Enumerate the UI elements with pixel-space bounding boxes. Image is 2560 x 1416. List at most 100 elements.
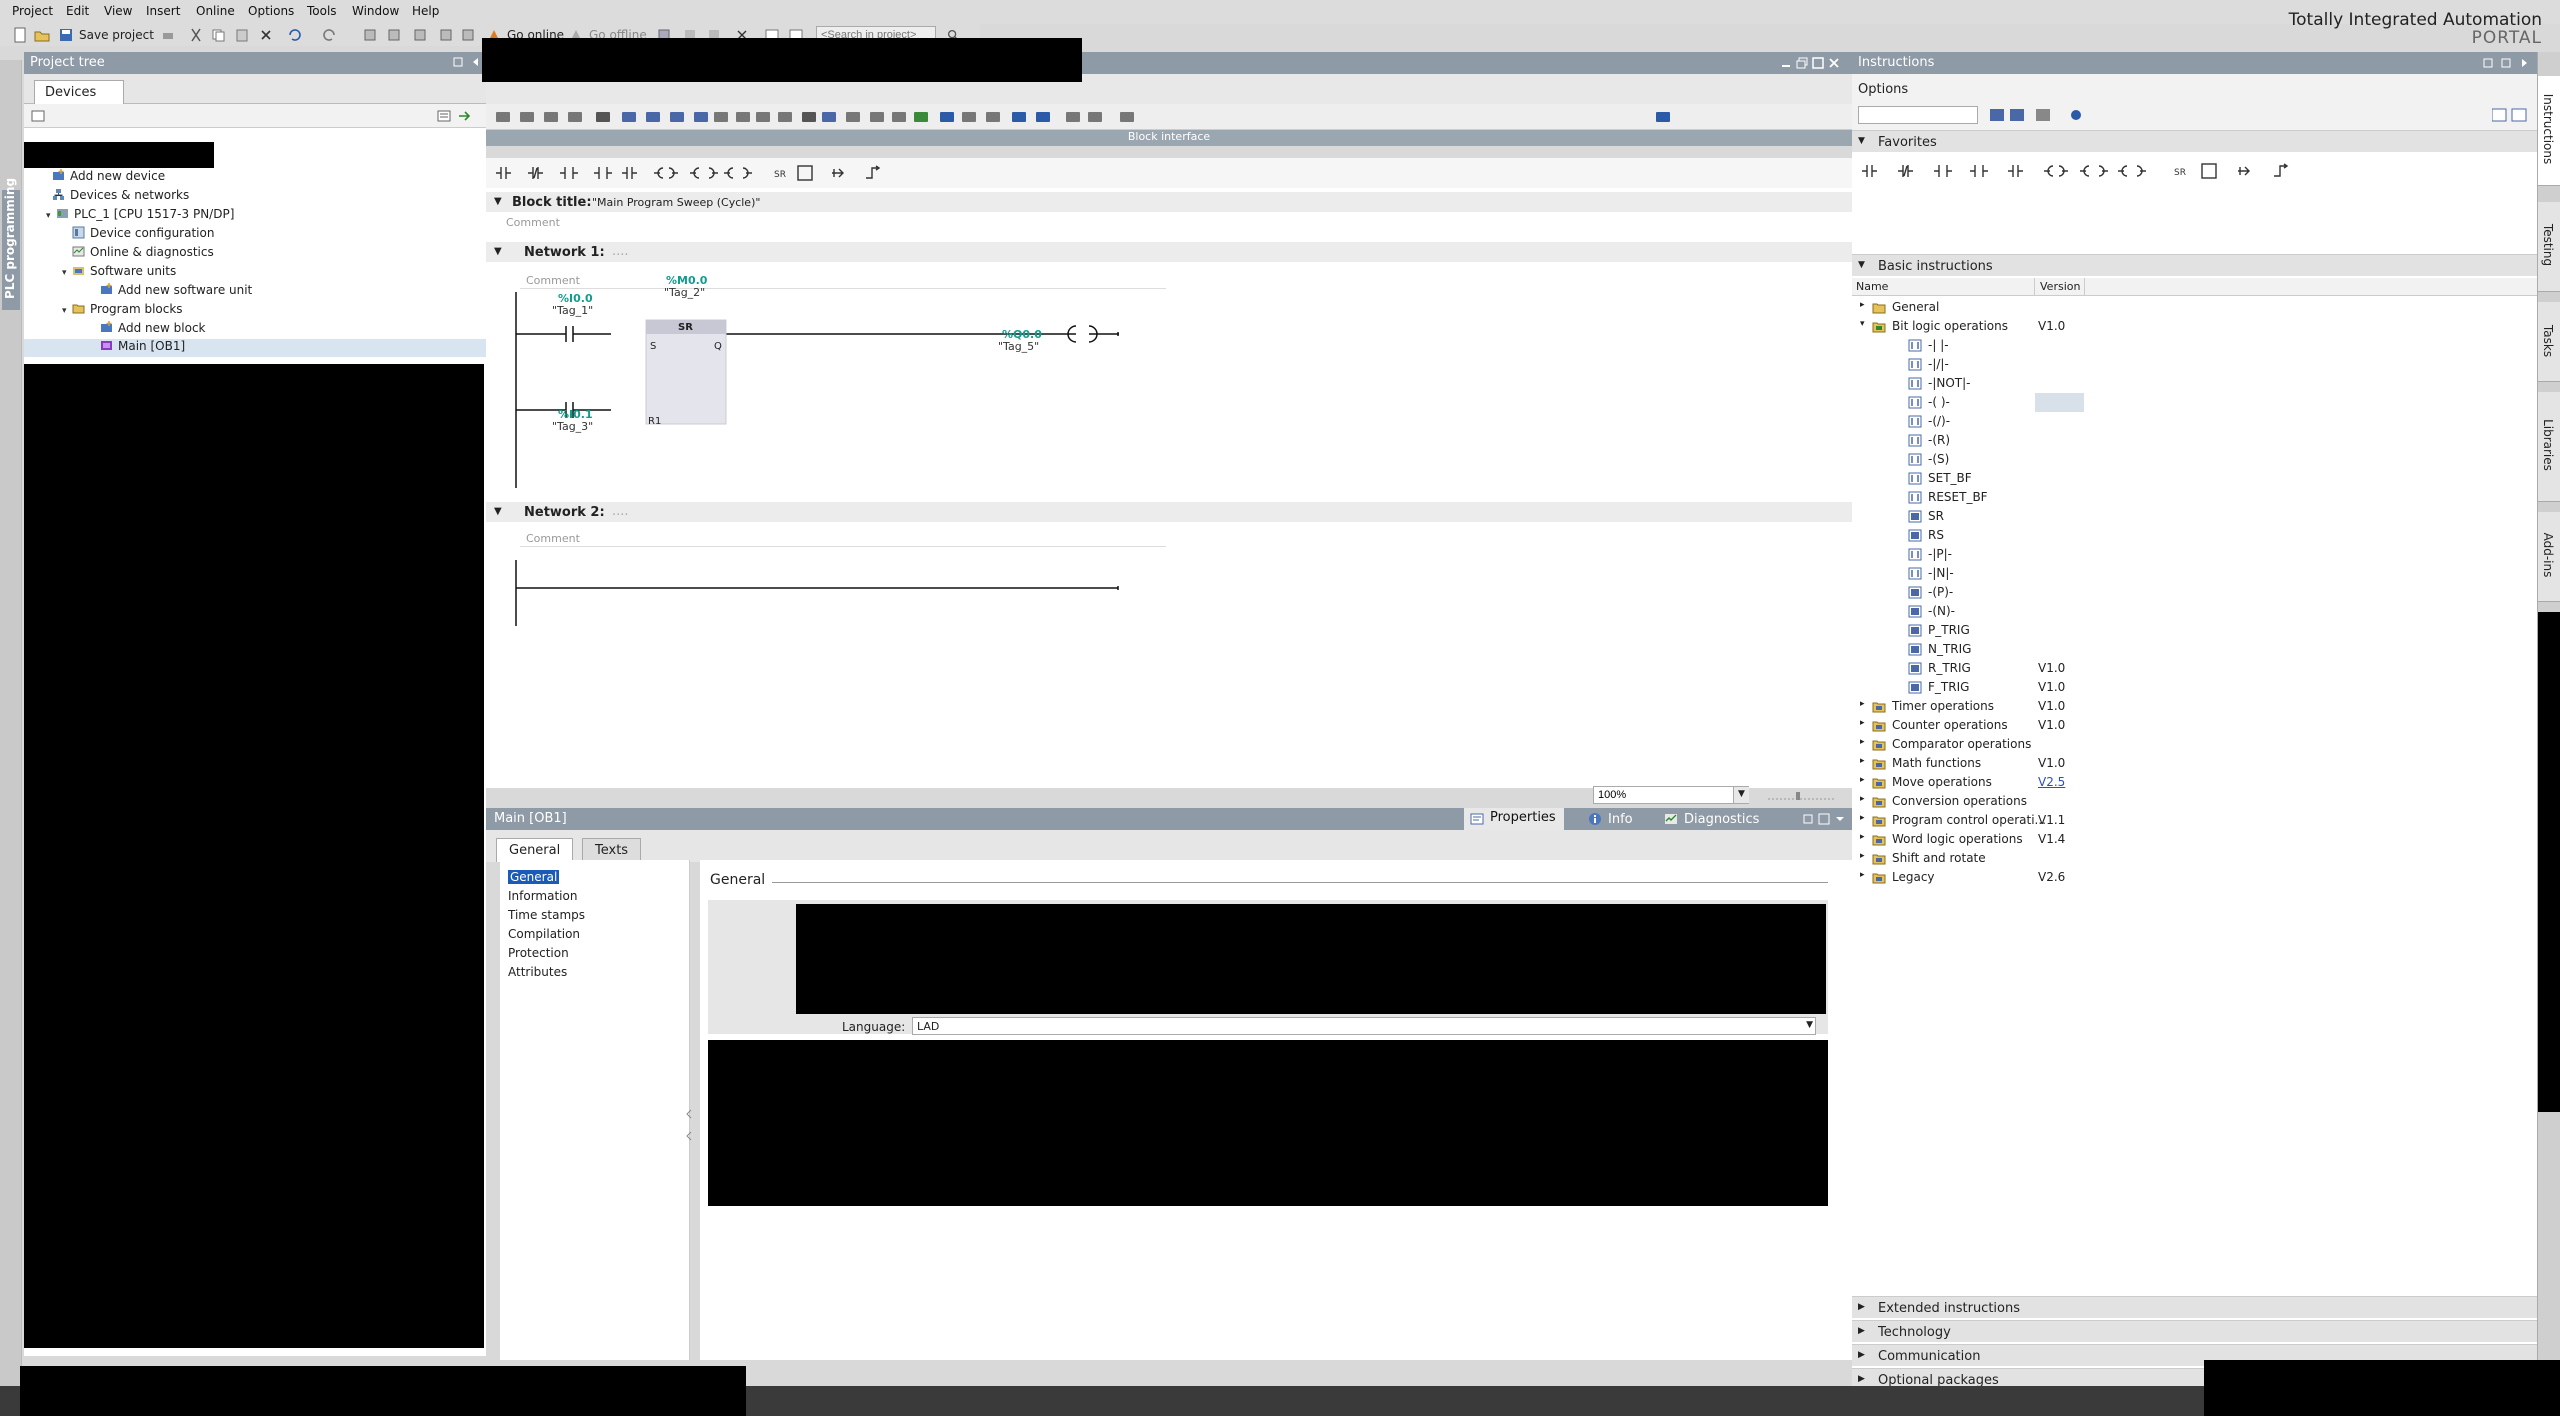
extended-instructions-header[interactable]: ▶ Extended instructions (1852, 1296, 2537, 1318)
menu-options[interactable]: Options (248, 4, 294, 18)
instruction-row[interactable]: -|/|- (1852, 355, 2537, 374)
instruction-row[interactable]: P_TRIG (1852, 621, 2537, 640)
zoom-dropdown-button[interactable]: ▼ (1733, 787, 1749, 803)
contact2-tag[interactable]: "Tag_3" (552, 420, 593, 433)
instruction-row[interactable]: -(R) (1852, 431, 2537, 450)
ladder-element-icons[interactable]: SR (496, 164, 896, 182)
expand-arrow-icon[interactable]: ▶ (1858, 1326, 1865, 1336)
tree-item-program-blocks[interactable]: ▾ Program blocks (62, 302, 183, 320)
save-icon[interactable] (58, 27, 74, 43)
instruction-version[interactable]: V2.5 (2038, 775, 2065, 789)
splitter-handle[interactable] (686, 1100, 692, 1150)
vtab-libraries[interactable]: Libraries (2538, 392, 2560, 502)
instruction-row[interactable]: RS (1852, 526, 2537, 545)
instruction-row[interactable]: SET_BF (1852, 469, 2537, 488)
chevron-down-icon[interactable] (1834, 813, 1846, 825)
block-title-value[interactable]: "Main Program Sweep (Cycle)" (592, 196, 760, 209)
pin-icon[interactable] (2500, 57, 2512, 69)
expand-arrow-icon[interactable]: ▾ (46, 211, 56, 221)
tree-item-main-ob1[interactable]: Main [OB1] (24, 339, 486, 357)
network-2-title-dots[interactable]: .... (612, 504, 629, 519)
expand-arrow-icon[interactable]: ▾ (62, 306, 72, 316)
network-2-header[interactable]: ▼ Network 2: .... (486, 502, 1852, 522)
instruction-row[interactable]: ▸ Conversion operations (1852, 792, 2537, 811)
nav-compilation[interactable]: Compilation (508, 927, 580, 941)
nav-information[interactable]: Information (508, 889, 577, 903)
instruction-row[interactable]: ▸ Program control operati... V1.1 (1852, 811, 2537, 830)
redo-icon[interactable] (322, 27, 338, 43)
instruction-row[interactable]: -(/)- (1852, 412, 2537, 431)
zoom-input[interactable] (1593, 786, 1749, 804)
instruction-row[interactable]: ▸ Shift and rotate (1852, 849, 2537, 868)
editor-toolbar-icons[interactable] (496, 109, 1676, 125)
menu-project[interactable]: Project (12, 4, 53, 18)
simulation-icon[interactable] (438, 27, 454, 43)
nav-time-stamps[interactable]: Time stamps (508, 908, 585, 922)
pin-icon[interactable] (452, 56, 464, 68)
instruction-row[interactable]: ▸ Math functions V1.0 (1852, 754, 2537, 773)
instruction-row[interactable]: ▸ Legacy V2.6 (1852, 868, 2537, 887)
options-search-input[interactable] (1858, 106, 1978, 124)
block-title-row[interactable]: ▼ Block title: "Main Program Sweep (Cycl… (486, 192, 1852, 212)
instruction-row[interactable]: F_TRIG V1.0 (1852, 678, 2537, 697)
network-2-ladder[interactable] (486, 560, 1186, 630)
ladder-editor[interactable]: ▼ Block title: "Main Program Sweep (Cycl… (486, 188, 1852, 788)
sync-icon[interactable] (456, 108, 472, 124)
block-interface-bar[interactable]: Block interface (486, 130, 1852, 146)
menu-online[interactable]: Online (196, 4, 235, 18)
expand-arrow-icon[interactable]: ▸ (1860, 832, 1865, 842)
open-project-icon[interactable] (34, 27, 50, 43)
expand-arrow-icon[interactable]: ▶ (1858, 1350, 1865, 1360)
sr-tag[interactable]: "Tag_2" (664, 286, 705, 299)
instruction-row[interactable]: ▸ Word logic operations V1.4 (1852, 830, 2537, 849)
tree-item-add-new-block[interactable]: Add new block (100, 321, 206, 339)
menu-view[interactable]: View (104, 4, 132, 18)
save-project-button[interactable]: Save project (79, 28, 154, 42)
instruction-row[interactable]: ▸ Comparator operations (1852, 735, 2537, 754)
tab-properties[interactable]: Properties (1464, 808, 1564, 830)
zoom-slider[interactable] (1766, 790, 1836, 802)
options-toolbar-icons[interactable] (1990, 108, 2050, 122)
collapse-right-icon[interactable] (2518, 57, 2530, 69)
instruction-row[interactable]: -(P)- (1852, 583, 2537, 602)
instruction-row[interactable]: ▾ Bit logic operations V1.0 (1852, 317, 2537, 336)
menu-help[interactable]: Help (412, 4, 439, 18)
instruction-row[interactable]: SR (1852, 507, 2537, 526)
maximize-icon[interactable] (1812, 57, 1824, 69)
expand-arrow-icon[interactable]: ▸ (1860, 870, 1865, 880)
float-icon[interactable] (2482, 57, 2494, 69)
instruction-row[interactable]: -( )- (1852, 393, 2537, 412)
tab-texts[interactable]: Texts (582, 838, 642, 862)
instruction-row[interactable]: R_TRIG V1.0 (1852, 659, 2537, 678)
expand-arrow-icon[interactable]: ▾ (62, 268, 72, 278)
instruction-row[interactable]: ▸ Counter operations V1.0 (1852, 716, 2537, 735)
nav-protection[interactable]: Protection (508, 946, 569, 960)
filter-icon[interactable] (2068, 108, 2084, 122)
upload-icon[interactable] (412, 27, 428, 43)
float-icon[interactable] (1802, 813, 1814, 825)
tab-devices[interactable]: Devices (34, 80, 124, 104)
print-icon[interactable] (160, 27, 176, 43)
tree-item-add-new-device[interactable]: Add new device (52, 169, 165, 187)
tree-item-devices-networks[interactable]: Devices & networks (52, 188, 189, 206)
tree-item-plc-1[interactable]: ▾ PLC_1 [CPU 1517-3 PN/DP] (46, 207, 234, 225)
network-1-ladder[interactable] (486, 292, 1186, 492)
copy-icon[interactable] (210, 27, 226, 43)
expand-arrow-icon[interactable]: ▸ (1860, 794, 1865, 804)
collapse-arrow-icon[interactable]: ▼ (1858, 136, 1865, 146)
network-1-title-dots[interactable]: .... (612, 244, 629, 259)
contact1-tag[interactable]: "Tag_1" (552, 304, 593, 317)
instruction-row[interactable]: -| |- (1852, 336, 2537, 355)
menu-edit[interactable]: Edit (66, 4, 89, 18)
collapse-arrow-icon[interactable]: ▼ (1858, 260, 1865, 270)
maximize-icon[interactable] (1818, 813, 1830, 825)
expand-arrow-icon[interactable]: ▸ (1860, 718, 1865, 728)
network-1-comment[interactable]: Comment (526, 274, 580, 287)
new-project-icon[interactable] (12, 27, 28, 43)
basic-instructions-header[interactable]: ▼ Basic instructions (1852, 254, 2537, 276)
instruction-row[interactable]: ▸ Move operations V2.5 (1852, 773, 2537, 792)
tree-item-device-configuration[interactable]: Device configuration (72, 226, 214, 244)
view-toggle-icons[interactable] (2492, 108, 2528, 122)
block-comment[interactable]: Comment (506, 216, 560, 229)
collapse-left-icon[interactable] (470, 56, 482, 68)
